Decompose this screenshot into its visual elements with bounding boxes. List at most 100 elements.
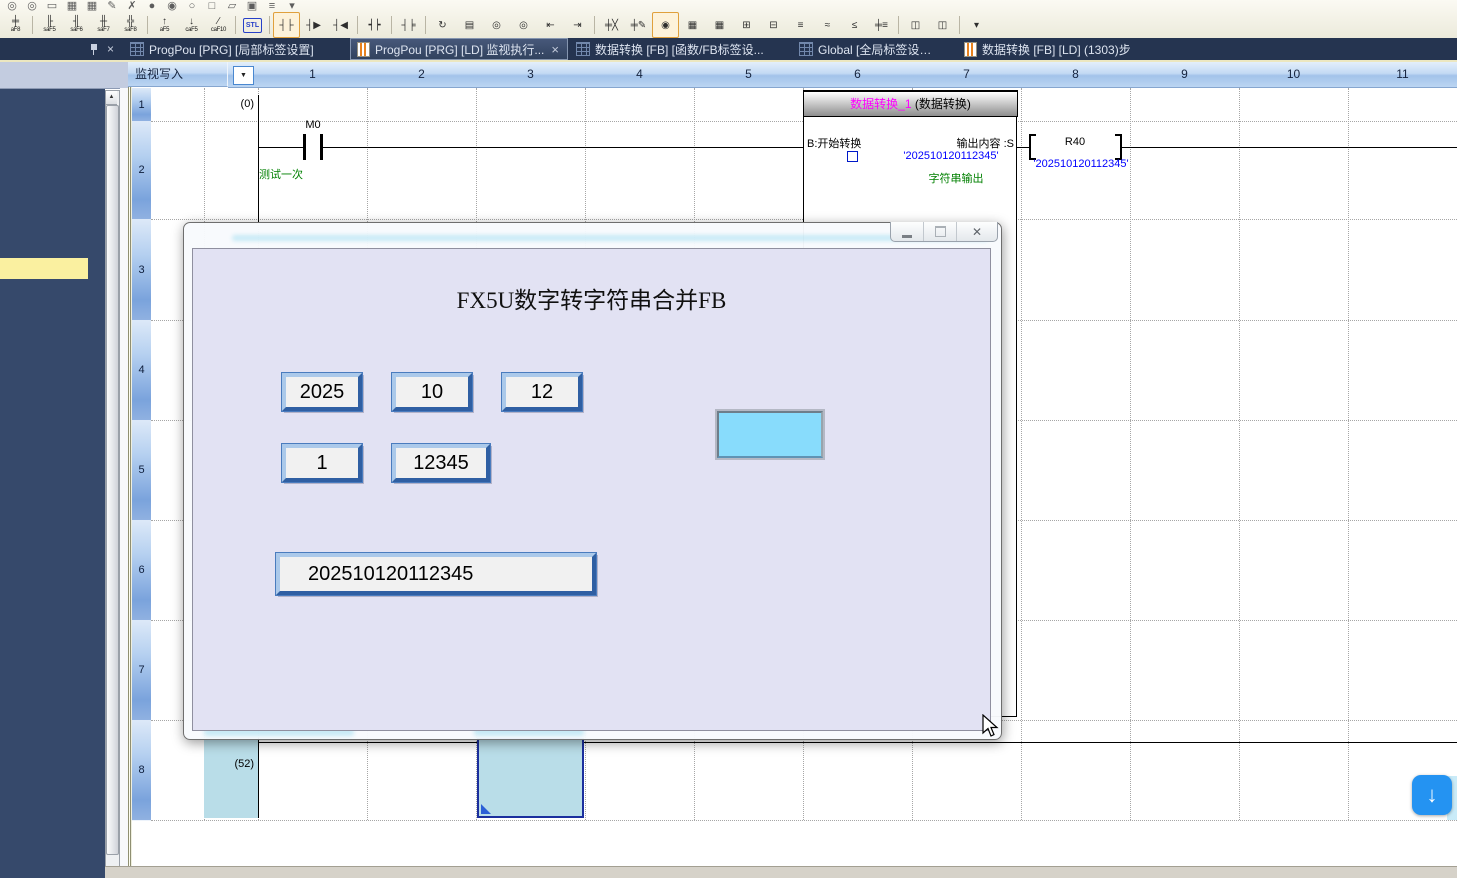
toolbar-button[interactable]: ▦ [679,12,706,38]
toolbar-button[interactable]: ╪✎ [625,12,652,38]
toolbar-button[interactable]: ┥┝ [361,12,388,38]
contact-bar[interactable] [320,134,323,160]
column-header-6: 6 [803,62,913,88]
fb-output-comment: 字符串输出 [898,170,1014,186]
toolbar-button[interactable]: ◎ [510,12,537,38]
tab-4[interactable]: Global [全局标签设置] [792,38,939,60]
tab-close-icon[interactable]: × [551,43,559,56]
toolbar-separator [591,14,598,36]
minimize-button[interactable] [891,222,923,241]
toolbar-icon[interactable]: ▭ [42,0,62,12]
toolbar-button[interactable]: ∕caF10 [205,12,232,38]
toolbar-button[interactable]: ╬saF8 [117,12,144,38]
toolbar-icon[interactable]: ≡ [262,0,282,12]
fb-input-label: B:开始转换 [807,135,861,151]
fb-demo-dialog[interactable]: ✕ FX5U数字转字符串合并FB 20251012112345 20251012… [183,222,1002,740]
window-controls: ✕ [890,222,998,242]
cyan-indicator-box[interactable] [717,411,823,458]
toolbar-button[interactable]: ▦ [706,12,733,38]
toolbar-button[interactable]: ↻ [429,12,456,38]
toolbar-button[interactable]: ╪≡ [868,12,895,38]
dialog-content: FX5U数字转字符串合并FB 20251012112345 2025101201… [192,248,991,731]
toolbar-icon[interactable]: ✗ [122,0,142,12]
toolbar-button[interactable]: ╢saF6 [63,12,90,38]
column-header-1: 1 [258,62,368,88]
tab-label: 数据转换 [FB] [LD] (1303)步 [982,41,1131,58]
toolbar-button[interactable]: ⊞ [733,12,760,38]
sidebar-header [0,62,128,89]
rung-wire [1121,147,1457,148]
fb-instance-name: 数据转换_1 [850,97,911,111]
toolbar-button[interactable]: ▤ [456,12,483,38]
toolbar-icon[interactable]: ▣ [242,0,262,12]
row-number-3: 3 [132,219,151,321]
toolbar-button[interactable]: ≈ [814,12,841,38]
toolbar-button[interactable]: ↓caF5 [178,12,205,38]
toolbar-button[interactable]: ┤├ [273,12,300,38]
scrollbar-up-icon[interactable]: ▲ [106,91,117,105]
tab-label: 数据转换 [FB] [函数/FB标签设... [595,41,764,58]
toolbar-button[interactable]: ╪╳ [598,12,625,38]
tab-label: ProgPou [PRG] [LD] 监视执行... [375,41,544,58]
row-number-6: 6 [132,520,151,621]
toolbar-icon[interactable]: ◎ [2,0,22,12]
toolbar-icon[interactable]: ◎ [22,0,42,12]
scroll-down-button[interactable]: ↓ [1412,775,1452,815]
toolbar-button[interactable]: ⇥ [564,12,591,38]
toolbar-button[interactable]: ◫ [929,12,956,38]
close-button[interactable]: ✕ [956,222,997,241]
toolbar-icon[interactable]: ○ [182,0,202,12]
column-header-8: 8 [1021,62,1131,88]
toolbar-button[interactable]: STL [239,12,266,38]
fb-input-monitor-box[interactable] [847,151,858,162]
toolbar-button[interactable]: ╪aF8 [2,12,29,38]
sidebar-highlight-item[interactable] [0,258,88,279]
application-window: ◎◎▭▦▦✎✗●◉○□▱▣≡▾ ╪aF8╟saF5╢saF6╫saF7╬saF8… [0,0,1457,878]
toolbar-icon[interactable]: ◉ [162,0,182,12]
toolbar-icon[interactable]: □ [202,0,222,12]
toolbar-button[interactable]: ◉ [652,12,679,38]
function-block-header[interactable]: 数据转换_1 (数据转换) [803,90,1018,117]
toolbar-button[interactable]: ⊟ [760,12,787,38]
toolbar-button[interactable]: ┤◀ [327,12,354,38]
toolbar-icon[interactable]: ● [142,0,162,12]
coil-device-label[interactable]: R40 [1035,136,1115,148]
dialog-title: FX5U数字转字符串合并FB [193,281,990,315]
toolbar-button[interactable]: ▾ [963,12,990,38]
toolbar-button[interactable]: ┤╞ [395,12,422,38]
toolbar-button[interactable]: ≡ [787,12,814,38]
toolbar-icon[interactable]: ▦ [62,0,82,12]
maximize-button[interactable] [923,222,956,241]
toolbar-icon[interactable]: ✎ [102,0,122,12]
toolbar-button[interactable]: ◎ [483,12,510,38]
contact-device-label: M0 [283,119,343,131]
tab-1[interactable]: ProgPou [PRG] [局部标签设置] [123,38,349,60]
toolbar-button[interactable]: ↑aF5 [151,12,178,38]
tab-2[interactable]: ProgPou [PRG] [LD] 监视执行... × [350,38,568,60]
toolbar-button[interactable]: ⇤ [537,12,564,38]
navigation-sidebar [0,62,105,878]
toolbar-icon[interactable]: ▱ [222,0,242,12]
selected-cell[interactable] [477,738,584,818]
toolbar-button[interactable]: ≤ [841,12,868,38]
monitor-mode-select[interactable]: ▼ [233,66,254,85]
toolbar-icon[interactable]: ▾ [282,0,302,12]
toolbar-button[interactable]: ╟saF5 [36,12,63,38]
fb-output-value: '202510120112345' [888,150,1014,162]
tab-5[interactable]: 数据转换 [FB] [LD] (1303)步 [957,38,1152,60]
toolbar-button[interactable]: ╫saF7 [90,12,117,38]
row-number-8: 8 [132,720,151,821]
sidebar-scrollbar[interactable]: ▲ [105,90,120,868]
panel-pin-icon[interactable] [85,38,102,60]
scrollbar-thumb[interactable] [106,105,119,855]
result-box: 202510120112345 [276,553,596,595]
tab-3[interactable]: 数据转换 [FB] [函数/FB标签设... [569,38,791,60]
toolbar-icon[interactable]: ▦ [82,0,102,12]
toolbar-separator [29,14,36,36]
panel-close-icon[interactable]: × [102,38,119,60]
contact-bar[interactable] [303,134,306,160]
step-cell-highlight [204,740,258,818]
toolbar-button[interactable]: ◫ [902,12,929,38]
toolbar-button[interactable]: ┤▶ [300,12,327,38]
value-box: 1 [282,444,362,482]
